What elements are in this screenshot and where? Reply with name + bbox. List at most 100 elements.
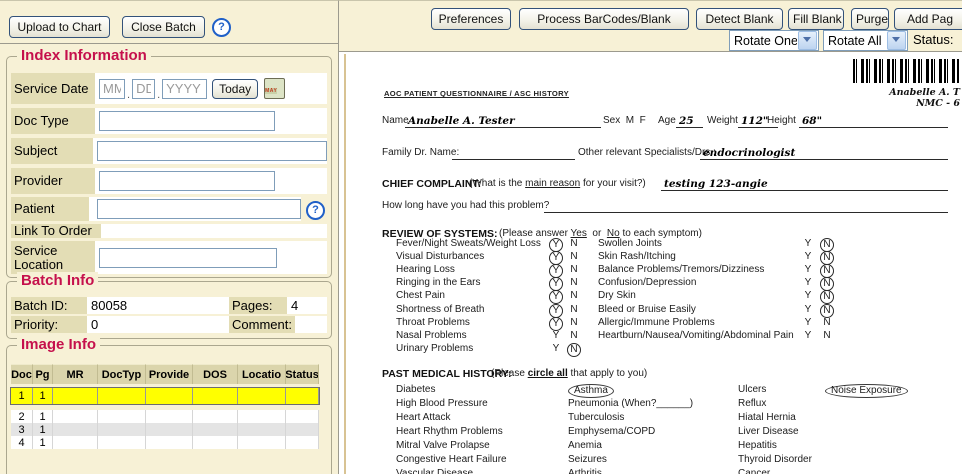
fill-blank-button[interactable]: Fill Blank xyxy=(788,8,844,30)
clinic-header: NMC - 6 xyxy=(916,98,960,109)
link-to-order-row: Link To Order xyxy=(11,224,327,238)
service-date-day-input[interactable] xyxy=(132,79,155,99)
yes-answer: Y xyxy=(801,317,815,329)
help-icon[interactable]: ? xyxy=(212,18,231,37)
pmh-condition: Tuberculosis xyxy=(568,412,624,423)
date-separator: . xyxy=(157,86,160,104)
pmh-condition: Diabetes xyxy=(396,384,435,395)
pmh-row: High Blood PressurePneumonia (When?_____… xyxy=(339,398,962,411)
family-dr-label: Family Dr. Name: xyxy=(382,147,459,158)
pg-cell: 1 xyxy=(33,436,53,449)
ros-symptom-label: Heartburn/Nausea/Vomiting/Abdominal Pain xyxy=(598,330,794,341)
close-batch-button[interactable]: Close Batch xyxy=(122,16,205,38)
doc-cell: 3 xyxy=(11,423,33,436)
empty-cell xyxy=(286,410,319,423)
no-answer: N xyxy=(567,304,581,316)
yes-answer: Y xyxy=(549,304,563,318)
ros-row: Nasal Problems Y N Heartburn/Nausea/Vomitin… xyxy=(339,330,962,343)
upload-to-chart-button[interactable]: Upload to Chart xyxy=(9,16,110,38)
service-location-input[interactable] xyxy=(99,248,277,268)
subject-row: Subject xyxy=(11,138,327,164)
purge-button[interactable]: Purge xyxy=(851,8,889,30)
pmh-row: Heart Rhythm ProblemsEmphysema/COPDLiver… xyxy=(339,426,962,439)
empty-cell xyxy=(193,423,238,436)
pmh-condition: Thyroid Disorder xyxy=(738,454,812,465)
no-answer: N xyxy=(820,304,834,318)
ros-symptom-label: Dry Skin xyxy=(598,290,636,301)
add-page-button[interactable]: Add Pag xyxy=(894,8,962,30)
image-table-header-pg[interactable]: Pg xyxy=(33,364,53,384)
chief-complaint-line: CHIEF COMPLAINT: (What is the main reaso… xyxy=(339,178,962,193)
ros-symptom-label: Allergic/Immune Problems xyxy=(598,317,715,328)
image-table-row[interactable]: 41 xyxy=(11,436,319,449)
empty-cell xyxy=(98,423,146,436)
patient-name-header: Anabelle A. T xyxy=(889,87,960,98)
document-viewer[interactable]: AOC PATIENT QUESTIONNAIRE / ASC HISTORY … xyxy=(339,52,962,474)
chevron-down-icon xyxy=(798,31,817,50)
pmh-row: Congestive Heart FailureSeizuresThyroid … xyxy=(339,454,962,467)
specialists-label: Other relevant Specialists/Drs.: xyxy=(578,147,716,158)
empty-cell xyxy=(98,436,146,449)
today-button[interactable]: Today xyxy=(212,79,258,99)
index-panel: Index Information Service Date . . Today… xyxy=(0,44,339,474)
image-table-header-provide[interactable]: Provide xyxy=(146,364,193,384)
ros-symptom-label: Balance Problems/Tremors/Dizziness xyxy=(598,264,764,275)
image-table-header-status[interactable]: Status xyxy=(286,364,319,384)
image-table-header-mr[interactable]: MR xyxy=(53,364,98,384)
empty-cell xyxy=(238,423,286,436)
rotate-all-select[interactable]: Rotate All xyxy=(823,30,908,51)
service-date-year-input[interactable] xyxy=(162,79,207,99)
ros-row: Chest PainYNDry SkinYN xyxy=(339,290,962,303)
provider-input[interactable] xyxy=(99,171,275,191)
image-table-row[interactable]: 31 xyxy=(11,423,319,436)
rotate-one-select[interactable]: Rotate One xyxy=(729,30,819,51)
ros-symptom-label: Nasal Problems xyxy=(396,330,467,341)
patient-input[interactable] xyxy=(97,199,301,219)
no-answer: N xyxy=(567,277,581,289)
pmh-condition: Hiatal Hernia xyxy=(738,412,796,423)
pmh-row: Heart AttackTuberculosisHiatal Hernia xyxy=(339,412,962,425)
ros-symptom-label: Bleed or Bruise Easily xyxy=(598,304,696,315)
batch-info-section: Batch Info Batch ID: 80058 Pages: 4 Prio… xyxy=(6,281,332,339)
pmh-row: Vascular DiseaseArthritisCancer xyxy=(339,468,962,474)
image-table-header-doc[interactable]: Doc xyxy=(11,364,33,384)
calendar-icon[interactable]: MAY xyxy=(264,78,285,99)
how-long-value xyxy=(544,200,948,213)
ros-row: Urinary ProblemsYN xyxy=(339,343,962,356)
patient-help-icon[interactable]: ? xyxy=(306,201,325,220)
service-location-row: Service Location xyxy=(11,241,327,274)
empty-cell xyxy=(53,423,98,436)
ros-symptom-label: Swollen Joints xyxy=(598,238,662,249)
yes-answer: Y xyxy=(549,290,563,304)
ros-symptom-label: Urinary Problems xyxy=(396,343,473,354)
no-answer: N xyxy=(820,290,834,304)
no-answer: N xyxy=(567,251,581,263)
family-dr-line: Family Dr. Name: Other relevant Speciali… xyxy=(339,147,962,162)
patient-row: Patient ? xyxy=(11,197,327,221)
doc-type-input[interactable] xyxy=(99,111,275,131)
preferences-button[interactable]: Preferences xyxy=(431,8,511,30)
page-toolbar: Preferences Process BarCodes/Blank Detec… xyxy=(339,0,962,52)
pmh-condition: Liver Disease xyxy=(738,426,799,437)
image-table-header-dos[interactable]: DOS xyxy=(193,364,238,384)
pages-value: 4 xyxy=(287,297,327,314)
no-answer: N xyxy=(820,330,834,342)
image-info-section: Image Info DocPgMRDocTypProvideDOSLocati… xyxy=(6,345,332,474)
image-table-row[interactable]: 21 xyxy=(11,410,319,423)
pmh-condition: Pneumonia (When?______) xyxy=(568,398,693,409)
service-date-month-input[interactable] xyxy=(99,79,125,99)
empty-cell xyxy=(98,410,146,423)
index-information-section: Index Information Service Date . . Today… xyxy=(6,56,332,278)
no-answer: N xyxy=(567,238,581,250)
ros-symptom-label: Confusion/Depression xyxy=(598,277,696,288)
yes-answer: Y xyxy=(549,330,563,342)
detect-blank-button[interactable]: Detect Blank xyxy=(696,8,783,30)
process-barcodes-blank-button[interactable]: Process BarCodes/Blank xyxy=(519,8,689,30)
image-table-header-locatio[interactable]: Locatio xyxy=(238,364,286,384)
batch-toolbar: Upload to Chart Close Batch ? xyxy=(0,0,339,44)
subject-input[interactable] xyxy=(97,141,327,161)
image-table-header-doctyp[interactable]: DocTyp xyxy=(98,364,146,384)
no-answer: N xyxy=(567,264,581,276)
image-table-row[interactable]: 11 xyxy=(11,388,319,404)
no-answer: N xyxy=(567,343,581,357)
